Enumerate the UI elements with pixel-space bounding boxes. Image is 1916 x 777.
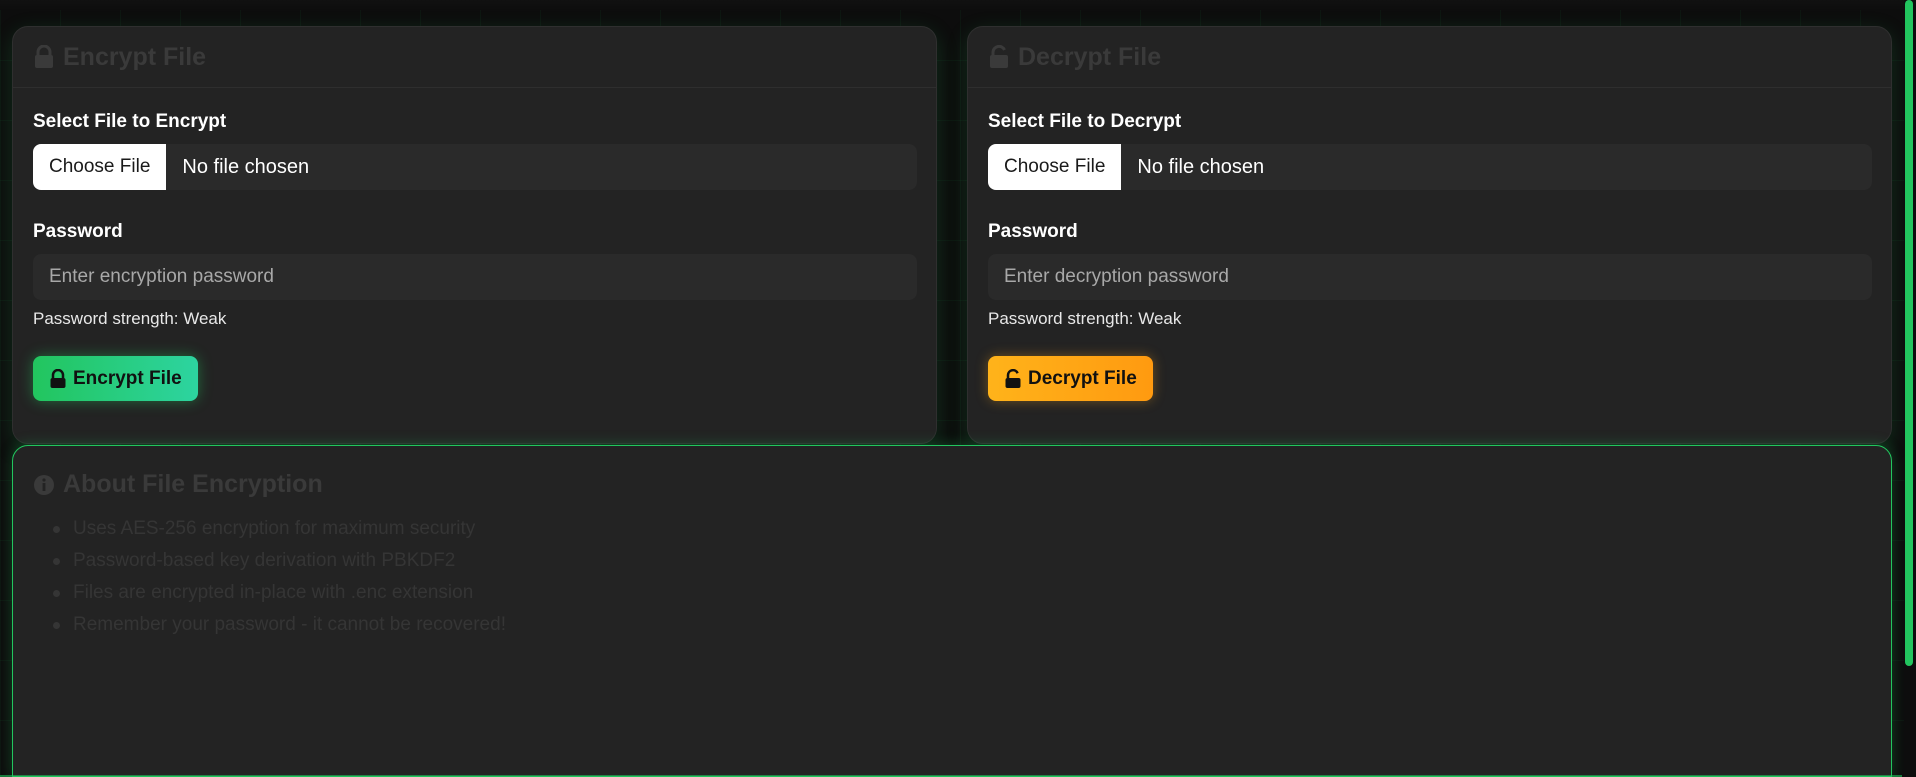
- encrypt-card-title: Encrypt File: [63, 42, 207, 71]
- lock-icon: [49, 368, 67, 389]
- decrypt-card: Decrypt File Select File to Decrypt Choo…: [967, 26, 1892, 444]
- encrypt-password-strength: Password strength: Weak: [33, 309, 227, 328]
- info-icon: [33, 474, 55, 496]
- unlock-icon: [988, 45, 1010, 69]
- about-card-title: About File Encryption: [63, 470, 323, 498]
- encrypt-password-label: Password: [33, 221, 123, 242]
- decrypt-password-strength: Password strength: Weak: [988, 309, 1182, 328]
- lock-icon: [33, 45, 55, 69]
- encrypt-file-input[interactable]: Choose File No file chosen: [33, 144, 917, 190]
- list-item: Files are encrypted in-place with .enc e…: [53, 577, 1891, 609]
- decrypt-file-input[interactable]: Choose File No file chosen: [988, 144, 1872, 190]
- about-list: Uses AES-256 encryption for maximum secu…: [13, 501, 1891, 641]
- encrypt-file-status: No file chosen: [182, 155, 310, 178]
- top-strip: [0, 0, 1916, 10]
- decrypt-password-input[interactable]: [988, 254, 1872, 300]
- list-item: Remember your password - it cannot be re…: [53, 609, 1891, 641]
- encrypt-choose-file-button[interactable]: Choose File: [33, 144, 167, 190]
- encrypt-file-button-label: Encrypt File: [73, 367, 182, 389]
- encrypt-card: Encrypt File Select File to Encrypt Choo…: [12, 26, 937, 444]
- encrypt-file-button[interactable]: Encrypt File: [33, 356, 198, 401]
- decrypt-file-label: Select File to Decrypt: [988, 111, 1182, 132]
- scrollbar-thumb[interactable]: [1905, 0, 1913, 666]
- vertical-scrollbar[interactable]: [1904, 0, 1916, 777]
- decrypt-file-button-label: Decrypt File: [1028, 367, 1137, 389]
- list-item: Uses AES-256 encryption for maximum secu…: [53, 513, 1891, 545]
- decrypt-card-title: Decrypt File: [1018, 42, 1162, 71]
- decrypt-file-status: No file chosen: [1137, 155, 1265, 178]
- encrypt-file-label: Select File to Encrypt: [33, 111, 227, 132]
- decrypt-file-button[interactable]: Decrypt File: [988, 356, 1153, 401]
- list-item: Password-based key derivation with PBKDF…: [53, 545, 1891, 577]
- encrypt-card-header: Encrypt File: [13, 27, 936, 88]
- encrypt-password-input[interactable]: [33, 254, 917, 300]
- about-card: About File Encryption Uses AES-256 encry…: [12, 445, 1892, 777]
- unlock-icon: [1004, 368, 1022, 389]
- about-card-header: About File Encryption: [13, 446, 1891, 501]
- decrypt-card-header: Decrypt File: [968, 27, 1891, 88]
- decrypt-choose-file-button[interactable]: Choose File: [988, 144, 1122, 190]
- decrypt-password-label: Password: [988, 221, 1078, 242]
